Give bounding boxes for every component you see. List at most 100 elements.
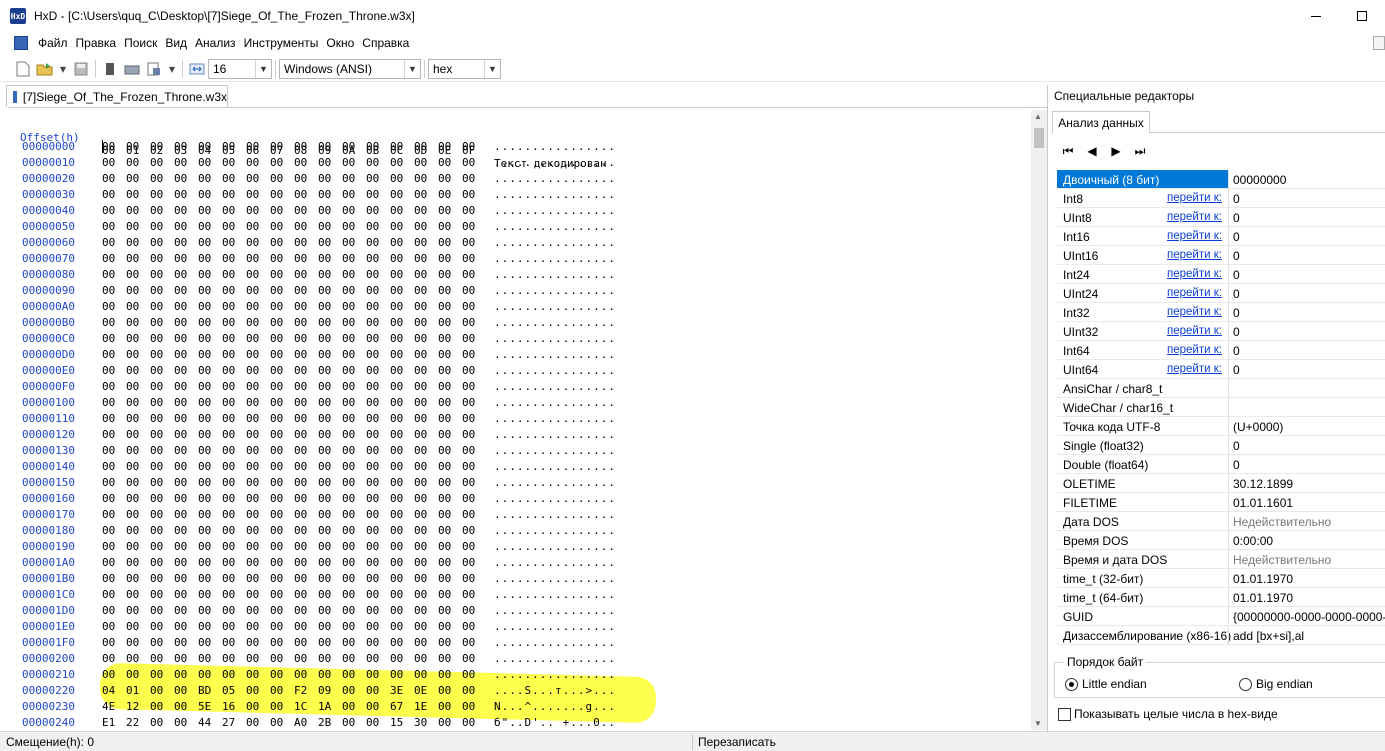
hex-byte[interactable]: 00 — [174, 364, 198, 377]
hex-byte[interactable]: 00 — [462, 156, 486, 169]
goto-link[interactable]: перейти к: — [1167, 344, 1222, 356]
hex-byte[interactable]: 00 — [126, 348, 150, 361]
hex-byte[interactable]: 00 — [390, 156, 414, 169]
hex-byte[interactable]: 00 — [414, 396, 438, 409]
hex-byte[interactable]: 00 — [102, 156, 126, 169]
hex-byte[interactable]: 00 — [246, 204, 270, 217]
hex-byte[interactable]: 00 — [198, 300, 222, 313]
disk-icon[interactable] — [123, 60, 141, 78]
hex-byte[interactable]: 00 — [198, 188, 222, 201]
hex-byte[interactable]: 00 — [198, 220, 222, 233]
row-decoded-text[interactable]: ................ — [494, 508, 616, 521]
hex-byte[interactable]: 00 — [126, 572, 150, 585]
hex-byte[interactable]: 00 — [270, 188, 294, 201]
hex-byte[interactable]: 00 — [198, 508, 222, 521]
hex-byte[interactable]: 00 — [414, 556, 438, 569]
hex-byte[interactable]: 00 — [174, 172, 198, 185]
hex-byte[interactable]: 00 — [126, 140, 150, 153]
hex-byte[interactable]: 00 — [462, 508, 486, 521]
hex-byte[interactable]: 00 — [150, 444, 174, 457]
row-decoded-text[interactable]: ................ — [494, 332, 616, 345]
hex-byte[interactable]: 00 — [126, 476, 150, 489]
inspector-row[interactable]: UInt32 перейти к: 0 — [1057, 322, 1385, 341]
hex-byte[interactable]: 00 — [246, 620, 270, 633]
hex-byte[interactable]: 00 — [126, 636, 150, 649]
hex-byte[interactable]: 00 — [366, 268, 390, 281]
hex-byte[interactable]: 00 — [318, 268, 342, 281]
inspector-row[interactable]: Int24 перейти к: 0 — [1057, 265, 1385, 284]
hex-byte[interactable]: 00 — [126, 668, 150, 681]
hex-byte[interactable]: 00 — [174, 220, 198, 233]
goto-link[interactable]: перейти к: — [1167, 287, 1222, 299]
hex-byte[interactable]: 00 — [174, 716, 198, 729]
hex-byte[interactable]: 00 — [198, 524, 222, 537]
hex-byte[interactable]: 00 — [390, 428, 414, 441]
hex-byte[interactable]: 00 — [198, 316, 222, 329]
hex-byte[interactable]: 00 — [102, 604, 126, 617]
hex-byte[interactable]: 00 — [270, 460, 294, 473]
hex-byte[interactable]: 00 — [438, 236, 462, 249]
hex-byte[interactable]: 00 — [198, 572, 222, 585]
inspector-value[interactable]: 0 — [1233, 249, 1385, 263]
hex-byte[interactable]: 00 — [414, 156, 438, 169]
hex-byte[interactable]: 1E — [414, 700, 438, 713]
hex-byte[interactable]: 00 — [222, 556, 246, 569]
hex-byte[interactable]: 00 — [342, 556, 366, 569]
inspector-value[interactable]: 0 — [1233, 268, 1385, 282]
hex-byte[interactable]: 00 — [246, 636, 270, 649]
hex-byte[interactable]: 00 — [174, 204, 198, 217]
hex-byte[interactable]: 00 — [270, 444, 294, 457]
hex-byte[interactable]: 00 — [102, 412, 126, 425]
hex-byte[interactable]: 00 — [438, 364, 462, 377]
hex-byte[interactable]: 00 — [294, 620, 318, 633]
hex-byte[interactable]: 00 — [294, 220, 318, 233]
hex-byte[interactable]: 00 — [246, 540, 270, 553]
hex-byte[interactable]: 00 — [342, 236, 366, 249]
hex-byte[interactable]: 00 — [414, 588, 438, 601]
row-decoded-text[interactable]: ....S...т...>... — [494, 684, 616, 697]
hex-byte[interactable]: 00 — [414, 140, 438, 153]
row-decoded-text[interactable]: ................ — [494, 300, 616, 313]
hex-byte[interactable]: 00 — [414, 284, 438, 297]
hex-byte[interactable]: 00 — [342, 412, 366, 425]
hex-byte[interactable]: 00 — [174, 444, 198, 457]
hex-byte[interactable]: 15 — [390, 716, 414, 729]
hex-byte[interactable]: 00 — [342, 716, 366, 729]
hex-byte[interactable]: 00 — [222, 188, 246, 201]
hex-byte[interactable]: 00 — [414, 204, 438, 217]
hex-byte[interactable]: 00 — [414, 380, 438, 393]
hex-byte[interactable]: 00 — [318, 524, 342, 537]
hex-byte[interactable]: 00 — [126, 540, 150, 553]
hex-byte[interactable]: 00 — [342, 204, 366, 217]
hex-byte[interactable]: 00 — [294, 300, 318, 313]
row-decoded-text[interactable]: ................ — [494, 524, 616, 537]
hex-byte[interactable]: 00 — [462, 556, 486, 569]
hex-byte[interactable]: 00 — [126, 316, 150, 329]
hex-byte[interactable]: 00 — [174, 140, 198, 153]
hex-byte[interactable]: 09 — [318, 684, 342, 697]
hex-byte[interactable]: 00 — [366, 556, 390, 569]
hex-byte[interactable]: 00 — [390, 540, 414, 553]
hex-byte[interactable]: 00 — [366, 380, 390, 393]
hex-byte[interactable]: 00 — [126, 172, 150, 185]
hex-byte[interactable]: 00 — [438, 428, 462, 441]
hex-byte[interactable]: 00 — [366, 364, 390, 377]
show-hex-checkbox[interactable]: Показывать целые числа в hex-виде — [1058, 707, 1278, 721]
hex-editor[interactable]: Offset(h) 00 01 02 03 04 05 06 07 08 09 0A 0B 0C 0D 0E… — [8, 107, 1047, 731]
hex-byte[interactable]: 00 — [318, 636, 342, 649]
hex-byte[interactable]: 00 — [246, 188, 270, 201]
hex-byte[interactable]: 00 — [222, 428, 246, 441]
hex-byte[interactable]: 30 — [414, 716, 438, 729]
hex-byte[interactable]: 00 — [102, 492, 126, 505]
hex-byte[interactable]: 00 — [342, 524, 366, 537]
hex-byte[interactable]: 00 — [270, 636, 294, 649]
save-icon[interactable] — [72, 60, 90, 78]
hex-byte[interactable]: 00 — [462, 668, 486, 681]
hex-byte[interactable]: 00 — [294, 652, 318, 665]
goto-link[interactable]: перейти к: — [1167, 306, 1222, 318]
hex-byte[interactable]: 00 — [318, 380, 342, 393]
hex-byte[interactable]: 00 — [174, 300, 198, 313]
properties-dropdown-icon[interactable]: ▾ — [167, 60, 177, 78]
hex-byte[interactable]: 00 — [270, 156, 294, 169]
hex-byte[interactable]: 00 — [318, 444, 342, 457]
